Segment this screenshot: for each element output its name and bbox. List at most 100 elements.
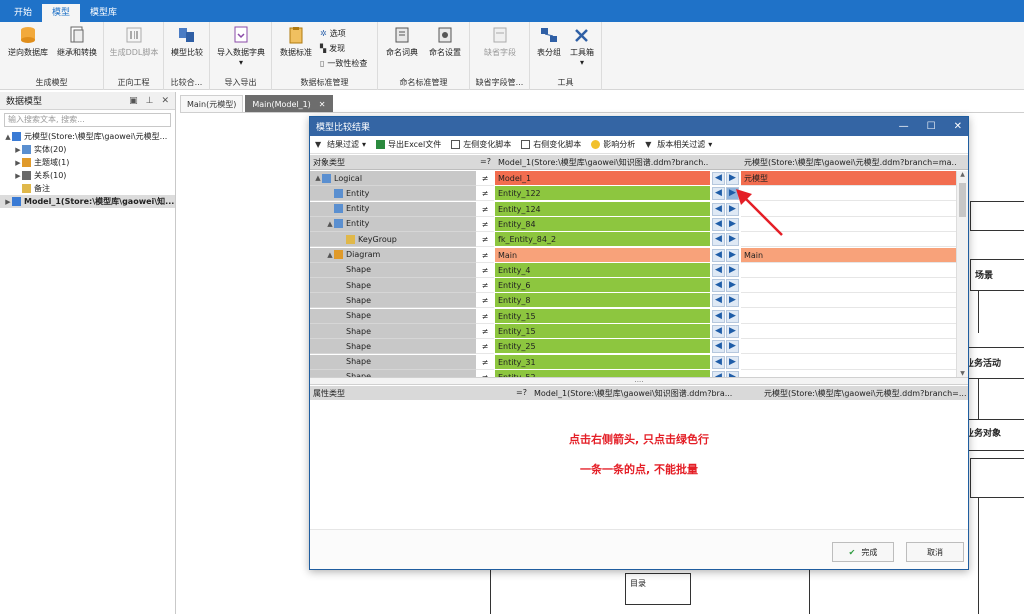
table-row[interactable]: Entity ≠ Entity_124 ◀ ▶ — [310, 201, 956, 217]
expand-caret-icon[interactable]: ▲ — [326, 220, 334, 228]
copy-right-arrow-icon[interactable]: ▶ — [726, 248, 739, 262]
copy-left-arrow-icon[interactable]: ◀ — [712, 309, 725, 323]
diagram-entity-activity[interactable]: 业务活动 — [960, 347, 1024, 379]
diagram-entity-object[interactable]: 业务对象 — [960, 419, 1024, 451]
column-header-left-model[interactable]: Model_1(Store:\模型库\gaowei\知识图谱.ddm?branc… — [498, 157, 708, 168]
import-dict-button[interactable]: 导入数据字典 ▾ — [214, 26, 268, 67]
close-icon[interactable]: ✕ — [161, 96, 169, 106]
reverse-db-button[interactable]: 逆向数据库 — [6, 26, 50, 58]
result-filter-button[interactable]: ▼ 结果过滤 ▾ — [315, 139, 366, 150]
copy-left-arrow-icon[interactable]: ◀ — [712, 355, 725, 369]
column-header-right-model[interactable]: 元模型(Store:\模型库\gaowei\元模型.ddm?branch=... — [764, 388, 967, 399]
tree-item[interactable]: ▶ 实体(20) — [0, 143, 175, 156]
copy-right-arrow-icon[interactable]: ▶ — [726, 279, 739, 293]
copy-left-arrow-icon[interactable]: ◀ — [712, 263, 725, 277]
scroll-up-icon[interactable]: ▲ — [957, 171, 968, 178]
expand-caret-icon[interactable]: ▲ — [314, 174, 322, 182]
pane-splitter[interactable]: .... — [310, 377, 968, 385]
table-row[interactable]: Shape ≠ Entity_8 ◀ ▶ — [310, 293, 956, 309]
diagram-entity[interactable] — [970, 201, 1024, 231]
tab-main-meta-model[interactable]: Main(元模型) — [180, 95, 244, 112]
table-row[interactable]: ▲ Entity ≠ Entity_84 ◀ ▶ — [310, 216, 956, 232]
copy-right-arrow-icon[interactable]: ▶ — [726, 263, 739, 277]
column-header-equal[interactable]: =? — [480, 157, 491, 166]
copy-right-arrow-icon[interactable]: ▶ — [726, 309, 739, 323]
column-header-right-model[interactable]: 元模型(Store:\模型库\gaowei\元模型.ddm?branch=ma.… — [744, 157, 956, 168]
export-excel-button[interactable]: 导出Excel文件 — [376, 139, 441, 150]
copy-left-arrow-icon[interactable]: ◀ — [712, 233, 725, 247]
cancel-button[interactable]: 取消 — [906, 542, 964, 562]
copy-right-arrow-icon[interactable]: ▶ — [726, 355, 739, 369]
tree-item[interactable]: ▲ 元模型(Store:\模型库\gaowei\元模型... — [0, 130, 175, 143]
expand-caret-icon[interactable]: ▶ — [4, 198, 12, 206]
close-icon[interactable]: ✕ — [319, 96, 326, 112]
table-grouping-button[interactable]: 表分组 — [534, 26, 564, 58]
data-standard-button[interactable]: 数据标准 — [276, 26, 316, 58]
table-row[interactable]: Entity ≠ Entity_122 ◀ ▶ — [310, 186, 956, 202]
search-input[interactable]: 输入搜索文本, 搜索... — [4, 113, 171, 127]
scroll-thumb[interactable] — [959, 183, 966, 217]
copy-left-arrow-icon[interactable]: ◀ — [712, 294, 725, 308]
tab-model-library[interactable]: 模型库 — [80, 4, 127, 22]
copy-right-arrow-icon[interactable]: ▶ — [726, 325, 739, 338]
minimize-icon[interactable]: — — [899, 121, 909, 132]
copy-right-arrow-icon[interactable]: ▶ — [726, 340, 739, 354]
column-header-left-model[interactable]: Model_1(Store:\模型库\gaowei\知识图谱.ddm?bra..… — [534, 388, 732, 399]
grid-scrollbar[interactable]: ▲ ▼ — [956, 171, 968, 377]
copy-left-arrow-icon[interactable]: ◀ — [712, 279, 725, 293]
expand-caret-icon[interactable]: ▶ — [14, 172, 22, 180]
table-row[interactable]: ▲ Logical ≠ Model_1 ◀ ▶ 元模型 — [310, 171, 956, 186]
close-icon[interactable]: ✕ — [954, 121, 962, 132]
expand-caret-icon[interactable]: ▶ — [14, 159, 22, 167]
diagram-entity[interactable] — [970, 458, 1024, 498]
expand-caret-icon[interactable]: ▲ — [4, 133, 12, 141]
float-icon[interactable]: ▣ — [129, 96, 138, 106]
options-button[interactable]: ✲ 选项 — [320, 28, 346, 39]
right-change-script-button[interactable]: 右侧变化脚本 — [521, 139, 581, 150]
copy-left-arrow-icon[interactable]: ◀ — [712, 340, 725, 354]
copy-left-arrow-icon[interactable]: ◀ — [712, 248, 725, 262]
copy-right-arrow-icon[interactable]: ▶ — [726, 294, 739, 308]
table-row[interactable]: Shape ≠ Entity_6 ◀ ▶ — [310, 278, 956, 294]
copy-left-arrow-icon[interactable]: ◀ — [712, 187, 725, 201]
tree-item[interactable]: ▶ Model_1(Store:\模型库\gaowei\知... — [0, 195, 175, 208]
copy-left-arrow-icon[interactable]: ◀ — [712, 325, 725, 338]
column-header-prop-type[interactable]: 属性类型 — [313, 388, 345, 399]
tab-main-model-1[interactable]: Main(Model_1) ✕ — [245, 95, 333, 112]
tab-model[interactable]: 模型 — [42, 4, 81, 22]
table-row[interactable]: Shape ≠ Entity_31 ◀ ▶ — [310, 354, 956, 370]
expand-caret-icon[interactable]: ▶ — [14, 146, 22, 154]
table-row[interactable]: Shape ≠ Entity_15 ◀ ▶ — [310, 324, 956, 339]
table-row[interactable]: KeyGroup ≠ fk_Entity_84_2 ◀ ▶ — [310, 232, 956, 248]
model-compare-button[interactable]: 模型比较 — [168, 26, 206, 58]
pin-icon[interactable]: ⊥ — [146, 96, 154, 106]
version-filter-button[interactable]: ▼ 版本相关过滤 ▾ — [645, 139, 712, 150]
toolbox-button[interactable]: 工具箱 ▾ — [566, 26, 598, 67]
copy-left-arrow-icon[interactable]: ◀ — [712, 172, 725, 185]
left-change-script-button[interactable]: 左侧变化脚本 — [451, 139, 511, 150]
tree-item[interactable]: 备注 — [0, 182, 175, 195]
tab-home[interactable]: 开始 — [4, 4, 42, 22]
inherit-convert-button[interactable]: 继承和转换 — [54, 26, 100, 58]
expand-caret-icon[interactable]: ▲ — [326, 251, 334, 259]
diagram-note-catalog[interactable]: 目录 — [625, 573, 691, 605]
impact-analysis-button[interactable]: 影响分析 — [591, 139, 635, 150]
tree-item[interactable]: ▶ 关系(10) — [0, 169, 175, 182]
copy-left-arrow-icon[interactable]: ◀ — [712, 217, 725, 231]
default-fields-button[interactable]: 缺省字段 — [476, 26, 524, 58]
discover-button[interactable]: ▚ 发现 — [320, 43, 345, 54]
scroll-down-icon[interactable]: ▼ — [957, 370, 968, 377]
table-row[interactable]: Shape≠Entity_52◀▶ — [310, 369, 956, 377]
table-row[interactable]: Shape ≠ Entity_4 ◀ ▶ — [310, 262, 956, 278]
column-header-object-type[interactable]: 对象类型 — [313, 157, 345, 168]
table-row[interactable]: ▲ Diagram ≠ Main ◀ ▶ Main — [310, 247, 956, 263]
column-header-equal[interactable]: =? — [516, 388, 527, 397]
consistency-check-button[interactable]: ▯ 一致性检查 — [320, 58, 367, 69]
finish-button[interactable]: ✔ 完成 — [832, 542, 894, 562]
maximize-icon[interactable]: ☐ — [927, 121, 936, 132]
copy-left-arrow-icon[interactable]: ◀ — [712, 202, 725, 216]
table-row[interactable]: Shape ≠ Entity_15 ◀ ▶ — [310, 308, 956, 324]
naming-settings-button[interactable]: 命名设置 — [424, 26, 466, 58]
tree-item[interactable]: ▶ 主题域(1) — [0, 156, 175, 169]
table-row[interactable]: Shape ≠ Entity_25 ◀ ▶ — [310, 339, 956, 355]
